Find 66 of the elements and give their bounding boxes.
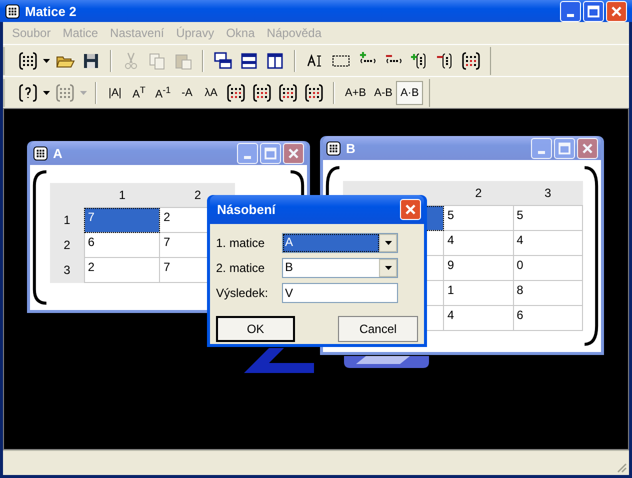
table-cell[interactable]: 9 — [444, 256, 514, 280]
row-header: 2 — [50, 232, 84, 258]
matrix-operation-icon — [461, 50, 481, 70]
close-button[interactable] — [283, 142, 304, 164]
toolbar-button[interactable]: A-B — [370, 80, 396, 104]
minimize-icon — [244, 156, 251, 158]
toolbar-button[interactable]: λA — [199, 80, 223, 104]
input-field[interactable]: V — [282, 282, 398, 302]
cancel-button[interactable]: Cancel — [338, 316, 418, 342]
window-title: Matice 2 — [25, 4, 76, 18]
matrix-icon — [18, 50, 38, 70]
close-button[interactable] — [577, 138, 598, 158]
caret-icon — [384, 240, 392, 244]
toolbar-button[interactable]: -A — [175, 80, 199, 104]
table-cell[interactable]: 2 — [84, 258, 160, 282]
close-button[interactable] — [606, 0, 627, 22]
toolbar-button[interactable]: A·B — [396, 80, 423, 104]
window-title: A — [53, 146, 62, 160]
combo-box[interactable]: B — [282, 258, 398, 278]
cascade-icon — [213, 50, 233, 70]
matrix-operation-icon — [252, 82, 272, 102]
matrix-operation-icon — [304, 82, 324, 102]
row-header: 1 — [50, 208, 84, 232]
maximize-button[interactable] — [583, 0, 604, 22]
field-label: Výsledek: — [216, 286, 270, 300]
table-cell[interactable]: 6 — [513, 306, 582, 330]
table-cell[interactable]: 4 — [444, 306, 514, 330]
table-cell[interactable]: 8 — [513, 280, 582, 306]
matrix-icon — [5, 4, 20, 18]
table-cell[interactable]: 5 — [513, 206, 582, 230]
table-cell[interactable]: 1 — [444, 280, 514, 306]
resize-grip-icon — [615, 461, 627, 473]
toolbar-button[interactable]: A$^{T}$ — [127, 80, 151, 104]
minimize-icon — [567, 14, 574, 16]
matrix-icon — [326, 140, 341, 156]
close-button[interactable] — [400, 199, 421, 220]
caret-icon — [80, 90, 87, 94]
caret-icon — [43, 90, 50, 94]
column-header: 2 — [444, 181, 514, 206]
help-matrix-icon — [18, 82, 38, 102]
caret-icon — [384, 266, 392, 270]
matrix-operation-icon — [226, 82, 246, 102]
column-header: 3 — [513, 181, 582, 206]
table-cell[interactable]: 4 — [513, 230, 582, 256]
row-header: 3 — [50, 258, 84, 282]
matrix-icon — [55, 82, 75, 102]
minimize-icon — [538, 150, 545, 154]
combo-box[interactable]: A — [282, 232, 398, 252]
caret-icon — [43, 58, 50, 62]
matrix-icon — [33, 146, 48, 160]
table-cell[interactable]: 7 — [84, 208, 160, 232]
table-cell[interactable]: 5 — [444, 206, 514, 230]
toolbar-button[interactable]: A+B — [341, 80, 370, 104]
copy-icon — [147, 50, 167, 70]
window-title: B — [346, 140, 356, 156]
columns-icon — [265, 50, 285, 70]
rows-icon — [239, 50, 259, 70]
table-cell[interactable]: 4 — [444, 230, 514, 256]
toolbar-button[interactable]: A$^{-1}$ — [151, 80, 175, 104]
table-cell[interactable]: 0 — [513, 256, 582, 280]
matrix-operation-icon — [278, 82, 298, 102]
ok-button[interactable]: OK — [216, 316, 295, 342]
minimize-button[interactable] — [560, 0, 581, 22]
column-header: 1 — [84, 183, 160, 208]
toolbar-button[interactable]: |A| — [103, 80, 127, 104]
table-cell[interactable]: 6 — [84, 232, 160, 258]
